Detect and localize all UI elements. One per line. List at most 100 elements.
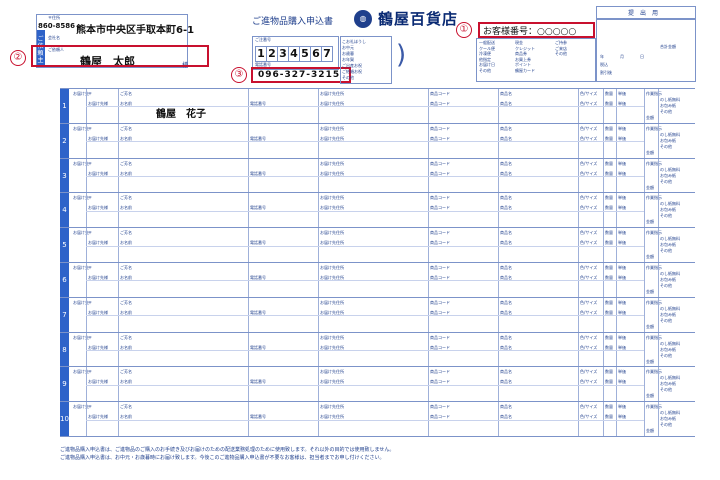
row-midline: [86, 141, 644, 143]
price-label: 単価: [618, 125, 626, 131]
table-row: 2 お届け先〒お届け先様 ご芳名 お名前 電話番号 お届け先住所 お届け先住所 商品コード 商品…: [60, 122, 695, 159]
noshi-3: その他: [660, 317, 672, 323]
zip-label: 〒: [88, 404, 92, 410]
pay-extra-item: ご持参: [555, 40, 567, 45]
noshi-3: その他: [660, 213, 672, 219]
amount-label: 金額: [646, 289, 654, 294]
table-row: 1 お届け先〒お届け先様 ご芳名 お名前 電話番号 お届け先住所 お届け先住所 商品コード 商品…: [60, 88, 695, 124]
table-row: 7 お届け先〒お届け先様 ご芳名 お名前 電話番号 お届け先住所 お届け先住所 商品コード 商品…: [60, 296, 695, 333]
row-midline: [86, 280, 644, 282]
color-size-label: 色/サイズ: [580, 265, 598, 270]
column-divider: [644, 228, 645, 263]
payment-extra: ご持参 ご来店 その他: [555, 40, 567, 57]
row-number: 6: [60, 263, 69, 298]
row-midline: [86, 210, 644, 212]
address-label: お届け先住所: [320, 334, 344, 340]
name-label: ご芳名: [120, 369, 132, 375]
name-label: ご芳名: [120, 91, 132, 96]
product-code-label: 商品コード: [430, 125, 450, 131]
price-label: 単価: [618, 91, 626, 96]
submit-label: 提 出 用: [628, 10, 659, 17]
column-divider: [658, 402, 659, 437]
address-label: お届け先住所: [320, 195, 344, 201]
row-number: 10: [60, 402, 69, 437]
highlight-phone: [251, 67, 351, 83]
qty-label: 数量: [605, 160, 613, 166]
highlight-sender-name: [31, 45, 209, 67]
price-label: 単価: [618, 230, 626, 236]
table-row: 6 お届け先〒お届け先様 ご芳名 お名前 電話番号 お届け先住所 お届け先住所 商品コード 商品…: [60, 262, 695, 298]
noshi-3: その他: [660, 178, 672, 184]
delivery-item: 一般配送: [479, 40, 495, 45]
name-label: ご芳名: [120, 334, 132, 340]
postal-label: 〒住所: [48, 15, 60, 20]
amount-label: 金額: [646, 428, 654, 434]
zip-label: 〒: [88, 334, 92, 340]
noshi-3: その他: [660, 109, 672, 114]
address-label: お届け先住所: [320, 160, 344, 166]
column-divider: [658, 89, 659, 124]
row-midline: [86, 315, 644, 317]
amount-label: 金額: [646, 115, 654, 120]
price-label: 単価: [618, 195, 626, 201]
bracket-divider-icon: ): [396, 40, 407, 70]
name-label: ご芳名: [120, 125, 132, 131]
column-divider: [644, 158, 645, 194]
row-midline: [86, 419, 644, 421]
name-label: ご芳名: [120, 230, 132, 236]
delivery-options: 一般配送 クール便 冷凍便 他指定 お届け日 その他: [479, 40, 495, 73]
column-divider: [644, 332, 645, 368]
column-divider: [658, 297, 659, 333]
color-size-label: 色/サイズ: [580, 195, 598, 201]
noshi-3: その他: [660, 283, 672, 288]
row-midline: [86, 384, 644, 386]
pay-extra-item: その他: [555, 51, 567, 56]
noshi-3: その他: [660, 352, 672, 358]
annotation-1: ①: [456, 22, 472, 38]
table-row: 8 お届け先〒お届け先様 ご芳名 お名前 電話番号 お届け先住所 お届け先住所 商品コード 商品…: [60, 331, 695, 368]
price-label: 単価: [618, 369, 626, 375]
qty-label: 数量: [605, 404, 613, 410]
product-code-label: 商品コード: [430, 404, 450, 410]
date-day: 日: [640, 54, 644, 59]
price-label: 単価: [618, 160, 626, 166]
product-name-label: 商品名: [500, 404, 512, 410]
column-divider: [658, 263, 659, 298]
row-number: 7: [60, 297, 69, 333]
column-divider: [658, 123, 659, 159]
table-row: 9 お届け先〒お届け先様 ご芳名 お名前 電話番号 お届け先住所 お届け先住所 商品コード 商品…: [60, 366, 695, 403]
price-label: 単価: [618, 404, 626, 410]
column-divider: [644, 123, 645, 159]
occasion-list: こお礼ほうし お中元 お歳暮 お年賀 ご出産お祝 ご結婚お祝 その他: [342, 39, 366, 81]
color-size-label: 色/サイズ: [580, 404, 598, 410]
date-year: 年: [600, 54, 604, 59]
discount-label: 割引後: [600, 70, 612, 75]
product-code-label: 商品コード: [430, 230, 450, 236]
zip-label: 〒: [88, 369, 92, 375]
column-divider: [644, 89, 645, 124]
address-label: お届け先住所: [320, 125, 344, 131]
name-label: ご芳名: [120, 160, 132, 166]
noshi-3: その他: [660, 143, 672, 149]
product-name-label: 商品名: [500, 91, 512, 96]
recipient-name: 鶴屋 花子: [156, 109, 206, 120]
qty-label: 数量: [605, 230, 613, 236]
product-code-label: 商品コード: [430, 160, 450, 166]
customer-number-label: ご注番号: [255, 37, 271, 42]
qty-label: 数量: [605, 91, 613, 96]
product-code-label: 商品コード: [430, 91, 450, 96]
address-label: お届け先住所: [320, 265, 344, 270]
column-divider: [644, 193, 645, 229]
zip-label: 〒: [88, 265, 92, 270]
zip-label: 〒: [88, 91, 92, 96]
payment-options: 現金 クレジット 商品券 お買上券 ポイント 鶴屋カード: [515, 40, 535, 73]
name-label: ご芳名: [120, 299, 132, 305]
postal-code: 860-8586: [38, 22, 75, 30]
amount-label: 金額: [646, 184, 654, 190]
delivery-item: その他: [479, 67, 491, 73]
product-code-label: 商品コード: [430, 299, 450, 305]
column-divider: [658, 158, 659, 194]
price-label: 単価: [618, 334, 626, 340]
row-number: 1: [60, 89, 69, 124]
qty-label: 数量: [605, 299, 613, 305]
